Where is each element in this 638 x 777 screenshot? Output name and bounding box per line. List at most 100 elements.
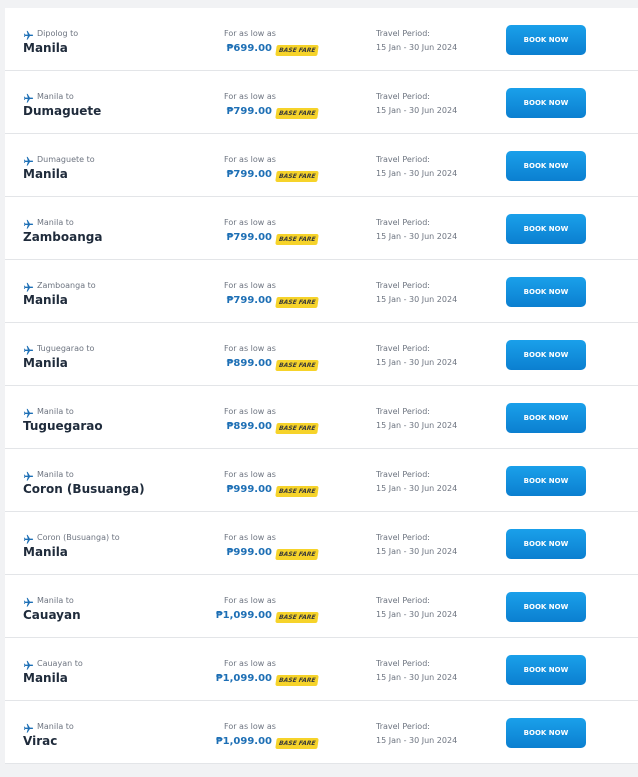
travel-period-dates: 15 Jan - 30 Jun 2024 [376,358,458,367]
for-as-low-as-label: For as low as [224,722,276,731]
route-destination: Tuguegarao [23,419,103,433]
travel-period-label: Travel Period: [376,344,430,353]
airplane-icon [23,660,34,670]
route-origin: Manila to [37,470,74,479]
route-origin: Manila to [37,92,74,101]
route-origin: Dipolog to [37,29,79,38]
book-now-button[interactable]: BOOK NOW [506,403,586,433]
fare-price: ₱1,099.00 [215,610,272,621]
fare-row: Manila to Tuguegarao For as low as ₱899.… [5,386,638,449]
travel-period-label: Travel Period: [376,533,430,542]
book-now-button[interactable]: BOOK NOW [506,25,586,55]
fare-row: Coron (Busuanga) to Manila For as low as… [5,512,638,575]
book-now-button[interactable]: BOOK NOW [506,277,586,307]
route-destination: Manila [23,293,68,307]
book-now-button[interactable]: BOOK NOW [506,214,586,244]
base-fare-badge: BASE FARE [275,423,320,434]
travel-period-label: Travel Period: [376,470,430,479]
route-origin: Cauayan to [37,659,83,668]
fare-row: Dipolog to Manila For as low as ₱699.00 … [5,8,638,71]
fare-list: Dipolog to Manila For as low as ₱699.00 … [5,8,638,764]
fare-price: ₱799.00 [226,106,272,117]
fare-price: ₱799.00 [226,232,272,243]
route-destination: Manila [23,545,68,559]
route-origin: Manila to [37,407,74,416]
base-fare-badge: BASE FARE [275,738,320,749]
airplane-icon [23,30,34,40]
for-as-low-as-label: For as low as [224,218,276,227]
travel-period-label: Travel Period: [376,722,430,731]
book-now-button[interactable]: BOOK NOW [506,88,586,118]
fare-price: ₱999.00 [226,484,272,495]
fare-row: Dumaguete to Manila For as low as ₱799.0… [5,134,638,197]
for-as-low-as-label: For as low as [224,659,276,668]
fare-row: Manila to Dumaguete For as low as ₱799.0… [5,71,638,134]
for-as-low-as-label: For as low as [224,155,276,164]
route-destination: Manila [23,41,68,55]
fare-row: Manila to Virac For as low as ₱1,099.00 … [5,701,638,764]
book-now-button[interactable]: BOOK NOW [506,151,586,181]
airplane-icon [23,534,34,544]
book-now-button[interactable]: BOOK NOW [506,718,586,748]
airplane-icon [23,408,34,418]
for-as-low-as-label: For as low as [224,470,276,479]
base-fare-badge: BASE FARE [275,675,320,686]
airplane-icon [23,219,34,229]
airplane-icon [23,282,34,292]
for-as-low-as-label: For as low as [224,281,276,290]
travel-period-dates: 15 Jan - 30 Jun 2024 [376,43,458,52]
book-now-button[interactable]: BOOK NOW [506,529,586,559]
for-as-low-as-label: For as low as [224,344,276,353]
book-now-button[interactable]: BOOK NOW [506,466,586,496]
travel-period-dates: 15 Jan - 30 Jun 2024 [376,232,458,241]
base-fare-badge: BASE FARE [275,549,320,560]
route-origin: Manila to [37,596,74,605]
airplane-icon [23,93,34,103]
fare-price: ₱999.00 [226,547,272,558]
base-fare-badge: BASE FARE [275,612,320,623]
airplane-icon [23,471,34,481]
base-fare-badge: BASE FARE [275,486,320,497]
route-destination: Cauayan [23,608,81,622]
route-origin: Zamboanga to [37,281,96,290]
fare-row: Manila to Cauayan For as low as ₱1,099.0… [5,575,638,638]
book-now-button[interactable]: BOOK NOW [506,340,586,370]
travel-period-dates: 15 Jan - 30 Jun 2024 [376,610,458,619]
route-destination: Manila [23,671,68,685]
route-origin: Dumaguete to [37,155,95,164]
fare-row: Cauayan to Manila For as low as ₱1,099.0… [5,638,638,701]
travel-period-dates: 15 Jan - 30 Jun 2024 [376,547,458,556]
travel-period-dates: 15 Jan - 30 Jun 2024 [376,106,458,115]
travel-period-dates: 15 Jan - 30 Jun 2024 [376,421,458,430]
fare-row: Manila to Zamboanga For as low as ₱799.0… [5,197,638,260]
base-fare-badge: BASE FARE [275,108,320,119]
fare-row: Tuguegarao to Manila For as low as ₱899.… [5,323,638,386]
for-as-low-as-label: For as low as [224,533,276,542]
base-fare-badge: BASE FARE [275,360,320,371]
route-destination: Manila [23,167,68,181]
book-now-button[interactable]: BOOK NOW [506,592,586,622]
fare-row: Manila to Coron (Busuanga) For as low as… [5,449,638,512]
route-origin: Manila to [37,218,74,227]
route-destination: Zamboanga [23,230,103,244]
route-destination: Manila [23,356,68,370]
travel-period-label: Travel Period: [376,407,430,416]
for-as-low-as-label: For as low as [224,29,276,38]
travel-period-dates: 15 Jan - 30 Jun 2024 [376,484,458,493]
route-origin: Manila to [37,722,74,731]
travel-period-label: Travel Period: [376,659,430,668]
for-as-low-as-label: For as low as [224,407,276,416]
travel-period-label: Travel Period: [376,218,430,227]
for-as-low-as-label: For as low as [224,92,276,101]
fare-price: ₱1,099.00 [215,673,272,684]
fare-price: ₱799.00 [226,169,272,180]
route-origin: Coron (Busuanga) to [37,533,120,542]
base-fare-badge: BASE FARE [275,171,320,182]
fare-price: ₱1,099.00 [215,736,272,747]
travel-period-dates: 15 Jan - 30 Jun 2024 [376,673,458,682]
airplane-icon [23,156,34,166]
book-now-button[interactable]: BOOK NOW [506,655,586,685]
travel-period-label: Travel Period: [376,281,430,290]
base-fare-badge: BASE FARE [275,234,320,245]
airplane-icon [23,597,34,607]
